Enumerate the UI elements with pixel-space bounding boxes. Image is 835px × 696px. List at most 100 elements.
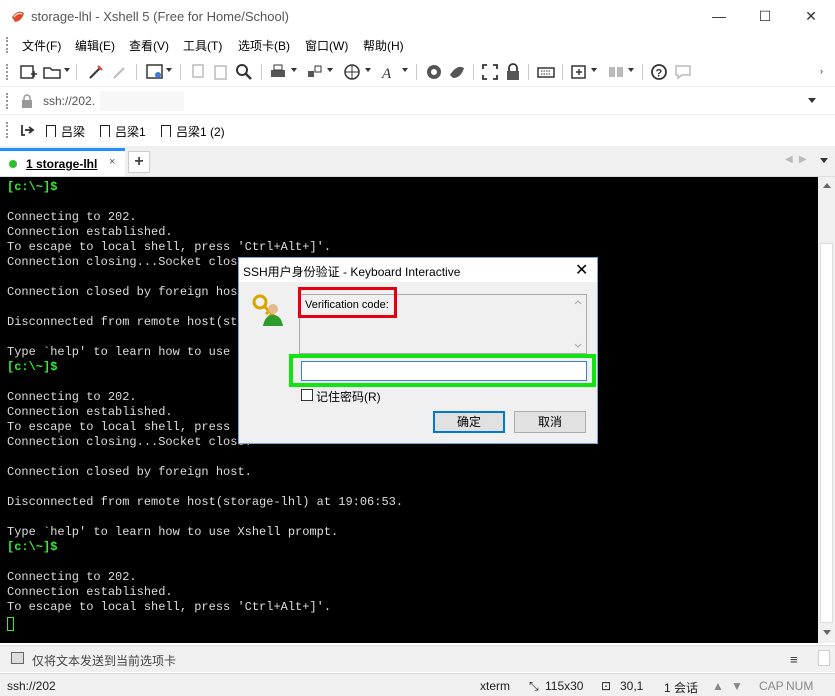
copy-icon[interactable] (188, 62, 208, 82)
compose-menu-icon[interactable]: ≡ (790, 652, 798, 667)
toolbar-more-icon[interactable]: › (820, 66, 828, 76)
prompt-highlight-frame (298, 287, 397, 318)
remember-password-label[interactable]: 记住密码(R) (316, 388, 381, 405)
link-arrow-icon[interactable] (20, 123, 36, 137)
tab-prev-icon[interactable]: ◀ (785, 154, 793, 165)
close-window-button[interactable]: ✕ (789, 4, 833, 28)
properties-icon[interactable] (145, 62, 165, 82)
connected-status-icon (9, 160, 17, 168)
addressbar-grip (6, 93, 11, 109)
layout-dropdown-icon[interactable] (628, 68, 634, 72)
terminal-line: Type `help' to learn how to use X (7, 345, 245, 359)
scroll-down-icon[interactable] (823, 630, 831, 635)
scroll-thumb[interactable] (820, 243, 833, 623)
address-dropdown-icon[interactable] (808, 98, 816, 103)
xmanager-icon[interactable] (447, 62, 467, 82)
menu-window[interactable]: 窗口(W) (305, 37, 348, 54)
globe-icon[interactable] (342, 62, 362, 82)
links-bar: 吕梁 吕梁1 吕梁1 (2) (0, 114, 835, 147)
toolbar-separator (261, 64, 262, 80)
open-dropdown-icon[interactable] (64, 68, 70, 72)
terminal-cursor (7, 617, 14, 631)
fullscreen-icon[interactable] (480, 62, 500, 82)
remember-password-checkbox[interactable] (301, 389, 313, 401)
terminal-line: Connection closing...Socket close. (7, 435, 252, 449)
tab-close-button[interactable]: × (109, 156, 115, 168)
toolbar-separator (473, 64, 474, 80)
toolbar-separator (76, 64, 77, 80)
new-session-icon[interactable] (18, 62, 38, 82)
find-icon[interactable] (234, 62, 254, 82)
minimize-button[interactable]: — (697, 4, 741, 28)
address-input[interactable]: ssh://202. (43, 94, 95, 108)
paste-icon[interactable] (211, 62, 231, 82)
transfer-dropdown-icon[interactable] (327, 68, 333, 72)
disconnect-icon[interactable] (110, 62, 130, 82)
menu-help[interactable]: 帮助(H) (363, 37, 404, 54)
status-cursor-pos: 30,1 (620, 679, 644, 693)
tab-storage-lhl[interactable]: 1 storage-lhl × (0, 148, 125, 176)
terminal-line: To escape to local shell, press 'Ctrl+Al… (7, 600, 332, 614)
terminal-line: [c:\~]$ (7, 540, 58, 554)
tab-next-icon[interactable]: ▶ (799, 154, 807, 165)
font-icon[interactable]: A (379, 62, 399, 82)
menu-tabs[interactable]: 选项卡(B) (238, 37, 290, 54)
lock-icon[interactable] (503, 62, 523, 82)
properties-dropdown-icon[interactable] (166, 68, 172, 72)
tab-bar: 1 storage-lhl × + ◀ ▶ (0, 146, 835, 177)
menu-view[interactable]: 查看(V) (129, 37, 169, 54)
svg-text:A: A (381, 66, 392, 82)
link-label: 吕梁1 (2) (176, 125, 225, 139)
menu-bar: 文件(F) 编辑(E) 查看(V) 工具(T) 选项卡(B) 窗口(W) 帮助(… (0, 32, 835, 58)
terminal-scrollbar[interactable] (818, 177, 835, 643)
scroll-up-icon[interactable] (823, 183, 831, 188)
compose-icon[interactable] (11, 652, 24, 664)
globe-dropdown-icon[interactable] (365, 68, 371, 72)
terminal-line: To escape to local shell, press 'Ctrl+Al… (7, 240, 332, 254)
terminal-line: Connection closed by foreign host. (7, 285, 252, 299)
window-title: storage-lhl - Xshell 5 (Free for Home/Sc… (31, 9, 289, 24)
compose-input[interactable]: 仅将文本发送到当前选项卡 (32, 652, 176, 669)
menu-tools[interactable]: 工具(T) (183, 37, 222, 54)
status-session-down-icon[interactable]: ▼ (731, 679, 743, 693)
terminal-line: [c:\~]$ (7, 360, 58, 374)
link-item-3[interactable]: 吕梁1 (2) (161, 123, 225, 140)
status-sessions: 1 会话 (664, 681, 699, 695)
chat-icon[interactable] (673, 62, 693, 82)
link-item-1[interactable]: 吕梁 (46, 123, 85, 140)
status-bar: ssh://202 xterm ⤡ 115x30 ⊡ 30,1 1 会话 ▲ ▼… (0, 673, 835, 696)
terminal-line: Connection established. (7, 405, 173, 419)
verification-code-input[interactable] (301, 361, 587, 381)
keyboard-icon[interactable] (536, 62, 556, 82)
status-num: NUM (786, 679, 814, 693)
maximize-button[interactable]: ☐ (743, 4, 787, 28)
add-tab-button[interactable]: + (128, 151, 150, 173)
link-item-2[interactable]: 吕梁1 (100, 123, 146, 140)
status-session-up-icon[interactable]: ▲ (712, 679, 724, 693)
transfer-icon[interactable] (305, 62, 325, 82)
help-icon[interactable]: ? (649, 62, 669, 82)
menu-edit[interactable]: 编辑(E) (75, 37, 115, 54)
toolbar: A ? › (0, 58, 835, 86)
ok-button[interactable]: 确定 (433, 411, 505, 433)
compose-scroll[interactable] (818, 650, 830, 666)
xftp-icon[interactable] (424, 62, 444, 82)
prompt-scrollbar[interactable] (571, 296, 585, 352)
reconnect-icon[interactable] (86, 62, 106, 82)
open-folder-icon[interactable] (42, 62, 62, 82)
font-dropdown-icon[interactable] (402, 68, 408, 72)
menu-file[interactable]: 文件(F) (22, 37, 61, 54)
new-tab-icon[interactable] (569, 62, 589, 82)
print-icon[interactable] (268, 62, 288, 82)
layout-icon[interactable] (606, 62, 626, 82)
new-tab-dropdown-icon[interactable] (591, 68, 597, 72)
svg-text:?: ? (656, 68, 663, 80)
toolbar-separator (180, 64, 181, 80)
dialog-close-button[interactable]: ✕ (575, 260, 588, 280)
status-terminal-type: xterm (480, 679, 510, 693)
tab-list-dropdown-icon[interactable] (820, 158, 828, 163)
bookmark-icon (46, 125, 56, 137)
link-label: 吕梁 (61, 125, 86, 139)
print-dropdown-icon[interactable] (291, 68, 297, 72)
cancel-button[interactable]: 取消 (514, 411, 586, 433)
